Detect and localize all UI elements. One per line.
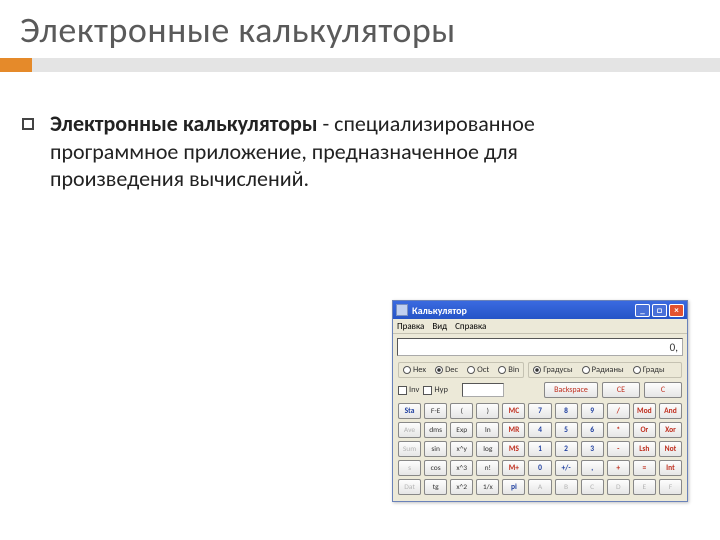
key-n![interactable]: n!: [476, 460, 499, 476]
angle-group: Градусы Радианы Грады: [528, 362, 682, 378]
key-x^3[interactable]: x^3: [450, 460, 473, 476]
key-,[interactable]: ,: [581, 460, 604, 476]
key-dat[interactable]: Dat: [398, 479, 421, 495]
c-button[interactable]: C: [644, 382, 682, 398]
key-log[interactable]: log: [476, 441, 499, 457]
key-exp[interactable]: Exp: [450, 422, 473, 438]
key-a[interactable]: A: [528, 479, 551, 495]
key-f[interactable]: F: [659, 479, 682, 495]
backspace-button[interactable]: Backspace: [544, 382, 598, 398]
key-)[interactable]: ): [476, 403, 499, 419]
body-text: Электронные калькуляторы - специализиров…: [50, 110, 610, 193]
key-d[interactable]: D: [607, 479, 630, 495]
button-grid: StaF-E()MC789/ModAndAvedmsExplnMR456*OrX…: [393, 400, 687, 501]
key-b[interactable]: B: [555, 479, 578, 495]
key-pi[interactable]: pi: [502, 479, 525, 495]
radio-грады[interactable]: Грады: [633, 365, 665, 375]
key-x^2[interactable]: x^2: [450, 479, 473, 495]
radio-oct[interactable]: Oct: [467, 365, 489, 375]
memory-indicator: [462, 383, 504, 397]
key-lsh[interactable]: Lsh: [633, 441, 656, 457]
key-sin[interactable]: sin: [424, 441, 447, 457]
key-4[interactable]: 4: [528, 422, 551, 438]
key-c[interactable]: C: [581, 479, 604, 495]
key-7[interactable]: 7: [528, 403, 551, 419]
key-*[interactable]: *: [607, 422, 630, 438]
ce-button[interactable]: CE: [602, 382, 640, 398]
accent-bar: [0, 58, 32, 72]
radio-градусы[interactable]: Градусы: [533, 365, 572, 375]
key-+/-[interactable]: +/-: [555, 460, 578, 476]
key-3[interactable]: 3: [581, 441, 604, 457]
key-mc[interactable]: MC: [502, 403, 525, 419]
key-f-e[interactable]: F-E: [424, 403, 447, 419]
radio-hex[interactable]: Hex: [403, 365, 426, 375]
menu-item[interactable]: Вид: [432, 319, 447, 333]
key-/[interactable]: /: [607, 403, 630, 419]
key-5[interactable]: 5: [555, 422, 578, 438]
key-int[interactable]: Int: [659, 460, 682, 476]
key-mr[interactable]: MR: [502, 422, 525, 438]
menubar: Правка Вид Справка: [393, 319, 687, 334]
radio-bin[interactable]: Bin: [498, 365, 519, 375]
titlebar[interactable]: Калькулятор _ □ ×: [393, 301, 687, 319]
bullet-icon: [22, 118, 34, 130]
key-ms[interactable]: MS: [502, 441, 525, 457]
window-title: Калькулятор: [412, 304, 467, 317]
key-0[interactable]: 0: [528, 460, 551, 476]
key-6[interactable]: 6: [581, 422, 604, 438]
key-dms[interactable]: dms: [424, 422, 447, 438]
key-([interactable]: (: [450, 403, 473, 419]
display: 0,: [397, 338, 683, 356]
key-m+[interactable]: M+: [502, 460, 525, 476]
key-s[interactable]: s: [398, 460, 421, 476]
base-group: Hex Dec Oct Bin: [398, 362, 524, 378]
calculator-window: Калькулятор _ □ × Правка Вид Справка 0, …: [392, 300, 688, 502]
menu-item[interactable]: Правка: [397, 319, 424, 333]
key-xor[interactable]: Xor: [659, 422, 682, 438]
radio-dec[interactable]: Dec: [435, 365, 458, 375]
hyp-checkbox[interactable]: Hyp: [423, 385, 448, 395]
key-cos[interactable]: cos: [424, 460, 447, 476]
key-8[interactable]: 8: [555, 403, 578, 419]
key-ln[interactable]: ln: [476, 422, 499, 438]
key-and[interactable]: And: [659, 403, 682, 419]
key-=[interactable]: =: [633, 460, 656, 476]
key--[interactable]: -: [607, 441, 630, 457]
menu-item[interactable]: Справка: [455, 319, 486, 333]
key-sum[interactable]: Sum: [398, 441, 421, 457]
key-tg[interactable]: tg: [424, 479, 447, 495]
key-2[interactable]: 2: [555, 441, 578, 457]
key-ave[interactable]: Ave: [398, 422, 421, 438]
key-or[interactable]: Or: [633, 422, 656, 438]
key-sta[interactable]: Sta: [398, 403, 421, 419]
key-1[interactable]: 1: [528, 441, 551, 457]
body-bold: Электронные калькуляторы: [50, 110, 318, 137]
maximize-button[interactable]: □: [652, 304, 667, 317]
minimize-button[interactable]: _: [635, 304, 650, 317]
divider: [0, 58, 720, 72]
inv-checkbox[interactable]: Inv: [398, 385, 419, 395]
page-title: Электронные калькуляторы: [20, 8, 456, 52]
key-e[interactable]: E: [633, 479, 656, 495]
close-button[interactable]: ×: [669, 304, 684, 317]
key-x^y[interactable]: x^y: [450, 441, 473, 457]
key-9[interactable]: 9: [581, 403, 604, 419]
key-not[interactable]: Not: [659, 441, 682, 457]
key-1/x[interactable]: 1/x: [476, 479, 499, 495]
app-icon: [396, 304, 408, 316]
key-mod[interactable]: Mod: [633, 403, 656, 419]
radio-радианы[interactable]: Радианы: [582, 365, 624, 375]
key-+[interactable]: +: [607, 460, 630, 476]
